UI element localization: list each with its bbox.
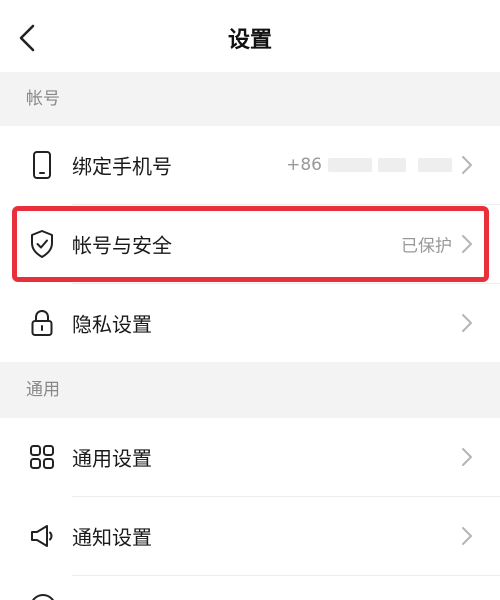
settings-row-general[interactable]: 通用设置 bbox=[0, 418, 500, 496]
settings-row-privacy[interactable]: 隐私设置 bbox=[0, 284, 500, 362]
row-label: 绑定手机号 bbox=[72, 154, 172, 179]
row-value-phone: +86 bbox=[286, 155, 452, 175]
shield-check-icon bbox=[27, 229, 57, 259]
phone-icon bbox=[27, 150, 57, 180]
chevron-right-icon bbox=[460, 154, 474, 176]
masked-digits bbox=[418, 158, 452, 172]
section-header-general: 通用 bbox=[0, 362, 500, 418]
partial-icon bbox=[30, 594, 56, 600]
top-bar: 设置 bbox=[0, 0, 500, 72]
chevron-right-icon bbox=[460, 312, 474, 334]
grid-icon bbox=[27, 442, 57, 472]
row-value: 已保护 bbox=[401, 236, 452, 257]
settings-row-account-security[interactable]: 帐号与安全 已保护 bbox=[0, 205, 500, 283]
row-label: 帐号与安全 bbox=[72, 233, 172, 258]
page-title: 设置 bbox=[227, 28, 272, 53]
row-label: 隐私设置 bbox=[72, 312, 152, 337]
chevron-right-icon bbox=[460, 446, 474, 468]
settings-row-partial[interactable] bbox=[0, 576, 500, 600]
masked-digits bbox=[378, 158, 406, 172]
row-label: 通用设置 bbox=[72, 446, 152, 471]
section-header-account: 帐号 bbox=[0, 72, 500, 126]
chevron-right-icon bbox=[460, 525, 474, 547]
phone-prefix: +86 bbox=[286, 155, 322, 175]
speaker-icon bbox=[27, 521, 57, 551]
chevron-right-icon bbox=[460, 233, 474, 255]
masked-digits bbox=[328, 158, 372, 172]
settings-row-bind-phone[interactable]: 绑定手机号 +86 bbox=[0, 126, 500, 204]
row-label: 通知设置 bbox=[72, 525, 152, 550]
settings-row-notifications[interactable]: 通知设置 bbox=[0, 497, 500, 575]
lock-icon bbox=[27, 308, 57, 338]
